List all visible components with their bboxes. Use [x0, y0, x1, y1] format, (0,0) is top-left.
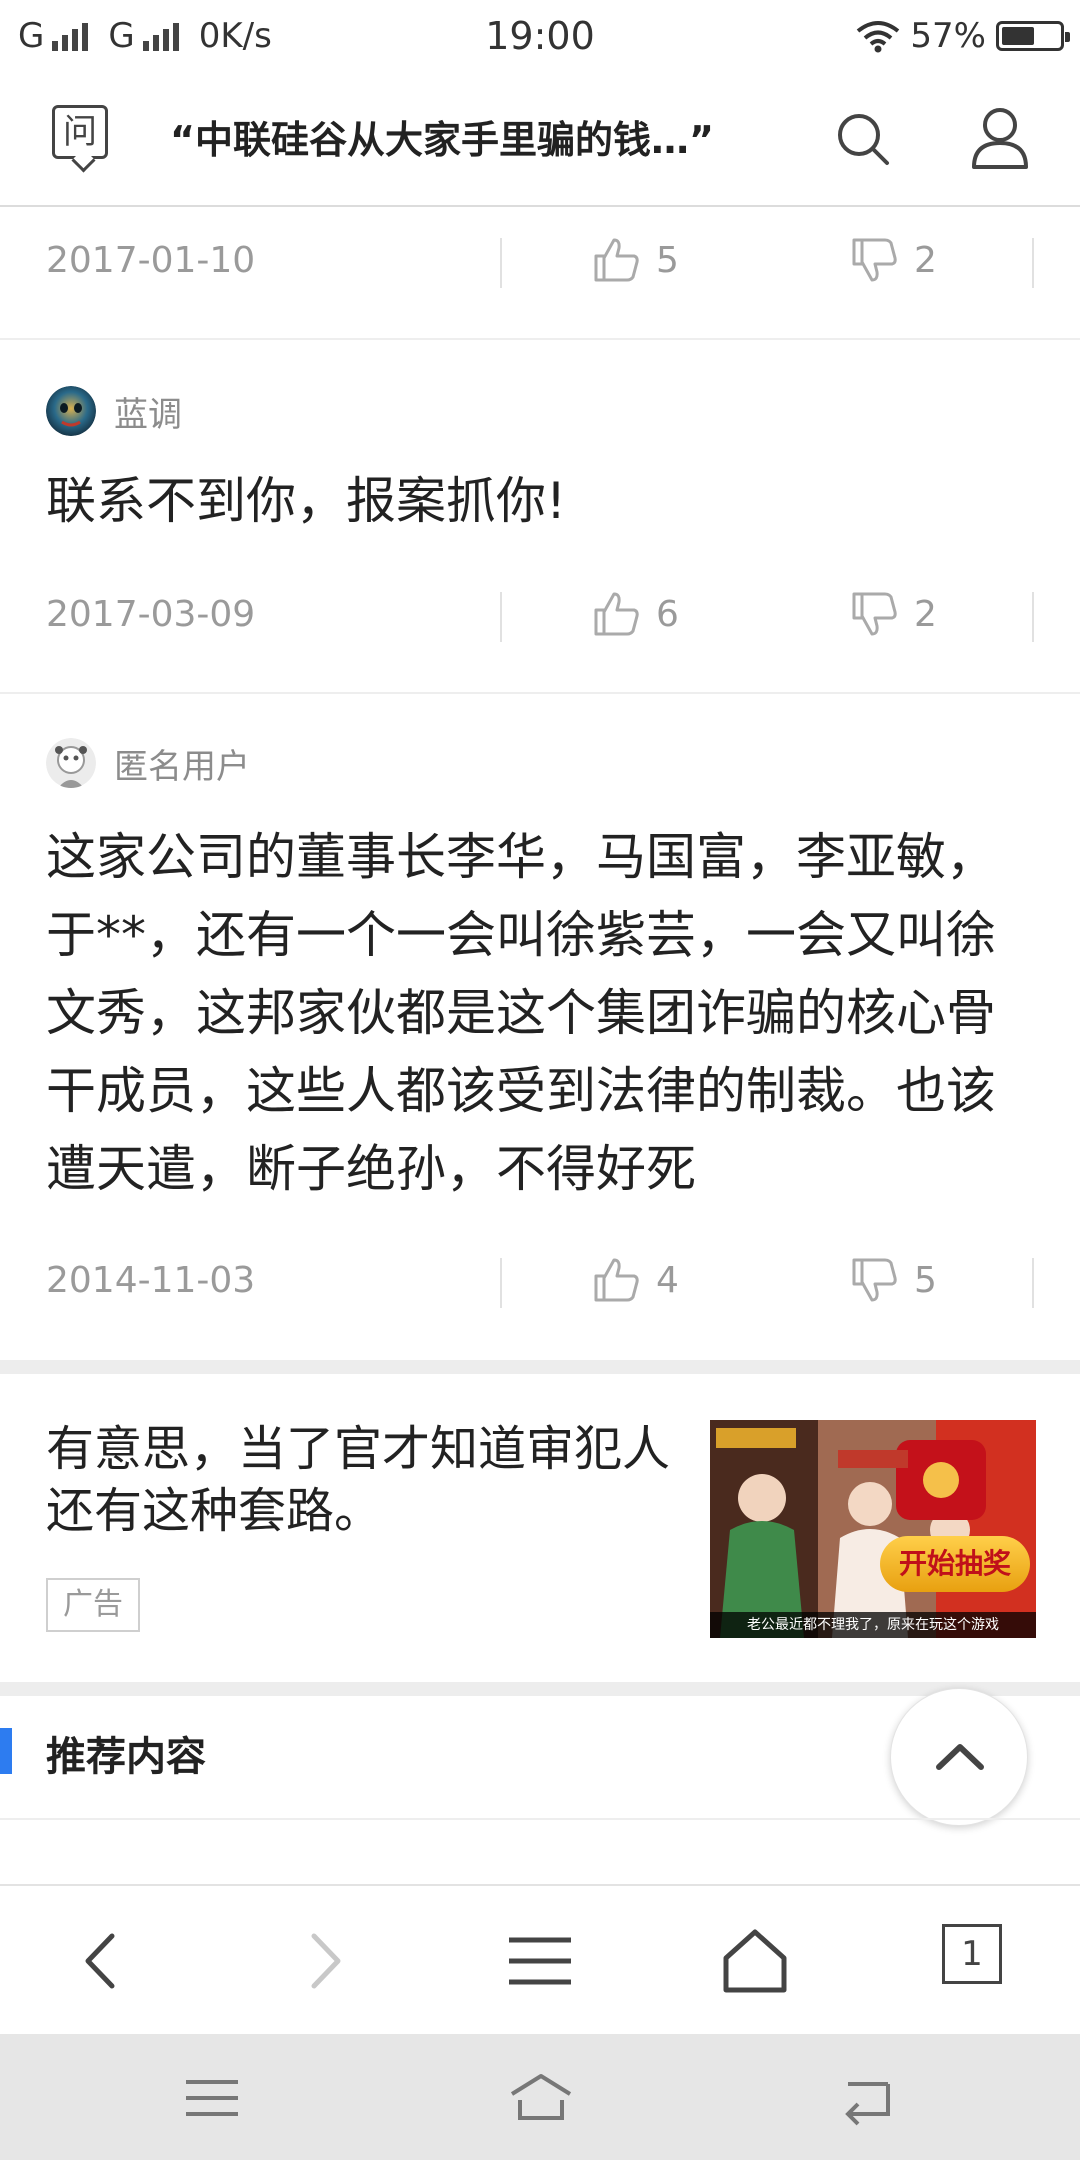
header: 问 “中联硅谷从大家手里骗的钱…”: [0, 75, 1080, 207]
ad-button: 开始抽奖: [880, 1536, 1030, 1592]
search-icon[interactable]: [835, 111, 891, 167]
home-nav-icon[interactable]: [508, 2070, 574, 2126]
recent-apps-icon[interactable]: [182, 2070, 242, 2126]
status-right: 57%: [856, 16, 1070, 56]
ask-icon[interactable]: 问: [52, 105, 108, 159]
section-accent-bar: [0, 1728, 12, 1774]
home-icon[interactable]: [720, 1926, 790, 1996]
status-bar: G G 0K/s 19:00 57%: [0, 0, 1080, 75]
username: 蓝调: [114, 394, 182, 435]
thumbs-down-icon: [852, 238, 897, 282]
battery-percent: 57%: [910, 16, 986, 56]
comment-date: 2014-11-03: [46, 1260, 256, 1301]
ad-illustration: [710, 1420, 1036, 1638]
avatar: [46, 386, 96, 436]
like-button[interactable]: 4: [592, 1256, 679, 1304]
comment-meta: 2017-01-10 5 2: [0, 228, 1080, 298]
dislike-count: 5: [914, 1259, 937, 1301]
dislike-button[interactable]: 5: [850, 1256, 937, 1304]
system-nav-bar: [0, 2034, 1080, 2160]
wifi-icon: [857, 21, 900, 53]
dislike-count: 2: [914, 239, 937, 281]
comment-date: 2017-01-10: [46, 240, 256, 281]
ad-caption: 老公最近都不理我了，原来在玩这个游戏: [710, 1612, 1036, 1638]
like-count: 6: [656, 593, 679, 635]
divider: [500, 1258, 502, 1308]
back-nav-icon[interactable]: [838, 2070, 898, 2126]
avatar: [46, 738, 96, 788]
forward-icon[interactable]: [290, 1926, 360, 1996]
like-button[interactable]: 6: [592, 590, 679, 638]
dislike-button[interactable]: 2: [850, 236, 937, 284]
battery-icon: [996, 21, 1070, 51]
page: G G 0K/s 19:00 57% 问 “中联硅谷从大家手里骗的钱…” 201…: [0, 0, 1080, 2160]
thumbs-down-icon: [852, 592, 897, 636]
comment-meta: 2017-03-09 6 2: [0, 582, 1080, 652]
thumbs-up-icon: [594, 238, 639, 282]
thumbs-up-icon: [594, 592, 639, 636]
divider: [1032, 1258, 1034, 1308]
divider: [0, 1818, 1080, 1820]
comment-date: 2017-03-09: [46, 594, 256, 635]
dislike-count: 2: [914, 593, 937, 635]
comment-text: 联系不到你，报案抓你!: [46, 472, 567, 530]
user-icon[interactable]: [970, 105, 1030, 169]
browser-toolbar: 1: [0, 1884, 1080, 2036]
comment-text: 这家公司的董事长李华，马国富，李亚敏，于**，还有一个一会叫徐紫芸，一会又叫徐文…: [46, 828, 996, 1198]
dislike-button[interactable]: 2: [850, 590, 937, 638]
divider: [1032, 592, 1034, 642]
divider: [0, 338, 1080, 340]
like-count: 4: [656, 1259, 679, 1301]
battery-fill: [1002, 27, 1034, 45]
comment-meta: 2014-11-03 4 5: [0, 1248, 1080, 1318]
thumbs-down-icon: [852, 1258, 897, 1302]
back-icon[interactable]: [66, 1926, 136, 1996]
ad-badge: 广告: [46, 1578, 140, 1632]
like-button[interactable]: 5: [592, 236, 679, 284]
menu-icon[interactable]: [505, 1926, 575, 1996]
thumbs-up-icon: [594, 1258, 639, 1302]
recommended-title: 推荐内容: [46, 1734, 206, 1780]
ad-image[interactable]: 开始抽奖 老公最近都不理我了，原来在玩这个游戏: [710, 1420, 1036, 1638]
divider: [1032, 238, 1034, 288]
page-title: “中联硅谷从大家手里骗的钱…”: [170, 118, 714, 162]
scroll-to-top-button[interactable]: [890, 1688, 1028, 1826]
divider: [500, 238, 502, 288]
divider: [500, 592, 502, 642]
like-count: 5: [656, 239, 679, 281]
section-divider: [0, 1360, 1080, 1374]
ad-text[interactable]: 有意思，当了官才知道审犯人还有这种套路。: [46, 1418, 686, 1542]
chevron-up-icon: [936, 1744, 984, 1770]
divider: [0, 692, 1080, 694]
tabs-button[interactable]: 1: [942, 1924, 1002, 1984]
comment-user[interactable]: 蓝调: [46, 386, 182, 436]
comment-user[interactable]: 匿名用户: [46, 738, 250, 788]
username: 匿名用户: [114, 746, 250, 787]
